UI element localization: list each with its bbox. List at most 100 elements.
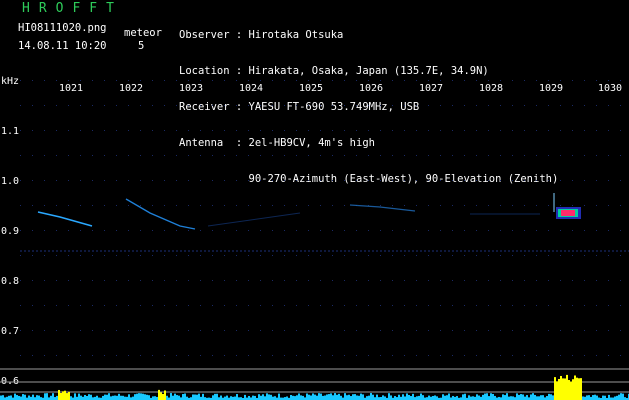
spectrum-bar <box>444 395 446 400</box>
spectrum-bar <box>520 394 522 400</box>
spectrum-bar <box>576 377 578 400</box>
spectrum-bar <box>352 394 354 400</box>
spectrum-bar <box>20 396 22 400</box>
spectrum-bar <box>428 395 430 400</box>
spectrum-bar <box>266 393 268 400</box>
spectrum-bar <box>344 393 346 400</box>
spectrum-bar <box>416 396 418 400</box>
spectrum-bar <box>248 395 250 400</box>
spectrum-bar <box>118 393 120 400</box>
x-tick-label: 1021 <box>59 83 83 94</box>
spectrum-bar <box>262 394 264 400</box>
spectrum-bar <box>488 396 490 400</box>
spectrum-bar <box>568 380 570 400</box>
spectrum-bar <box>60 392 62 400</box>
spectrum-bar <box>534 394 536 400</box>
spectrum-bar <box>608 394 610 400</box>
spectrum-bar <box>366 396 368 400</box>
spectrum-bar <box>434 395 436 400</box>
spectrum-bar <box>294 396 296 400</box>
spectrum-bar <box>410 396 412 400</box>
spectrum-bar <box>136 393 138 400</box>
x-tick-label: 1029 <box>539 83 563 94</box>
spectrum-bar <box>558 378 560 400</box>
spectrum-bar <box>174 393 176 400</box>
spectrum-bar <box>114 395 116 400</box>
spectrum-bar <box>490 393 492 400</box>
spectrum-bar <box>2 395 4 400</box>
spectrum-bar <box>108 393 110 400</box>
spectrum-bar <box>622 393 624 400</box>
spectrum-bar <box>16 395 18 400</box>
spectrum-bar <box>172 395 174 400</box>
spectrum-bar <box>404 396 406 400</box>
y-tick-label: 1.1 <box>1 126 19 137</box>
spectrum-bar <box>560 375 562 400</box>
spectrum-bar <box>62 391 64 400</box>
spectrum-bar <box>324 395 326 400</box>
spectrum-bar <box>198 393 200 400</box>
spectrum-bar <box>556 381 558 400</box>
x-tick-label: 1023 <box>179 83 203 94</box>
spectrum-bar <box>550 394 552 400</box>
spectrum-bar <box>70 396 72 400</box>
spectrum-bar <box>292 395 294 400</box>
spectrogram: kHz 1021 1022 1023 1024 1025 1026 1027 1… <box>0 76 629 400</box>
spectrum-bar <box>328 394 330 400</box>
spectrum-bar <box>524 396 526 400</box>
x-tick-label: 1028 <box>479 83 503 94</box>
meteor-echo <box>553 193 581 219</box>
spectrum-bar <box>472 396 474 400</box>
x-tick-label: 1030 <box>598 83 622 94</box>
spectrum-bar <box>264 396 266 400</box>
spectrum-bar <box>44 393 46 400</box>
spectrum-bar <box>398 394 400 400</box>
spectrum-bar <box>570 381 572 400</box>
spectrum-bar <box>18 395 20 400</box>
spectrum-bar <box>502 394 504 400</box>
spectrum-bar <box>484 393 486 400</box>
spectrum-bar <box>230 396 232 400</box>
spectrum-bar <box>350 396 352 400</box>
spectrum-bar <box>216 393 218 400</box>
spectrum-bar <box>506 393 508 400</box>
spectrum-bar <box>178 395 180 400</box>
spectrum-bar <box>448 393 450 400</box>
spectrum-bar <box>486 393 488 400</box>
spectrum-bar <box>518 394 520 400</box>
spectrum-bar <box>96 395 98 400</box>
spectrum-bar <box>80 395 82 400</box>
spectrum-bar <box>532 393 534 400</box>
spectrum-bar <box>286 396 288 400</box>
spectrum-bar <box>300 395 302 400</box>
spectrum-bar <box>388 393 390 400</box>
spectrum-bar <box>456 396 458 400</box>
spectrum-bar <box>122 395 124 400</box>
spectrum-bar <box>602 395 604 400</box>
spectrum-bar <box>202 393 204 400</box>
spectrum-bar <box>226 395 228 400</box>
x-tick-label: 1026 <box>359 83 383 94</box>
spectrum-bar <box>298 393 300 400</box>
spectrum-bar <box>254 395 256 400</box>
spectrum-bar <box>142 393 144 400</box>
spectrum-bar <box>252 395 254 400</box>
spectrum-bar <box>446 395 448 400</box>
spectrum-bar <box>84 394 86 400</box>
spectrum-bar <box>66 393 68 400</box>
spectrum-bar <box>564 378 566 400</box>
spectrum-bar <box>86 395 88 400</box>
spectrum-bar <box>296 395 298 400</box>
spectrum-bar <box>504 395 506 400</box>
spectrum-bar <box>596 395 598 400</box>
spectrum-bar <box>376 394 378 400</box>
dotted-grid <box>20 80 621 356</box>
meteor-trail <box>349 204 416 212</box>
spectrum-bar <box>154 396 156 400</box>
spectrum-bar <box>390 395 392 400</box>
spectrum-bar <box>182 394 184 400</box>
spectrum-bar <box>530 394 532 400</box>
spectrum-bar <box>74 393 76 400</box>
spectrum-bar <box>144 394 146 400</box>
meteor-trail <box>125 198 196 230</box>
